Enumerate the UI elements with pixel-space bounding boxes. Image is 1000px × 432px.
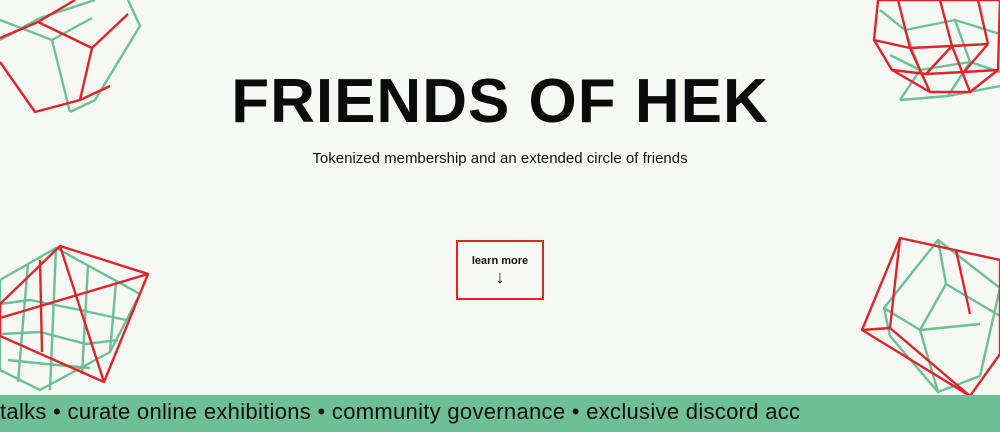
wireframe-cube-bottom-right [860,236,1000,398]
wireframe-grid-bottom-left [0,244,150,392]
learn-more-label: learn more [471,254,529,267]
arrow-down-icon: ↓ [495,266,505,287]
ticker-text: talks • curate online exhibitions • comm… [0,399,801,424]
learn-more-button[interactable]: learn more ↓ [456,240,544,300]
page-title: FRIENDS OF HEK [231,67,769,136]
page-subtitle: Tokenized membership and an extended cir… [312,150,688,167]
feature-ticker: talks • curate online exhibitions • comm… [0,395,1000,432]
